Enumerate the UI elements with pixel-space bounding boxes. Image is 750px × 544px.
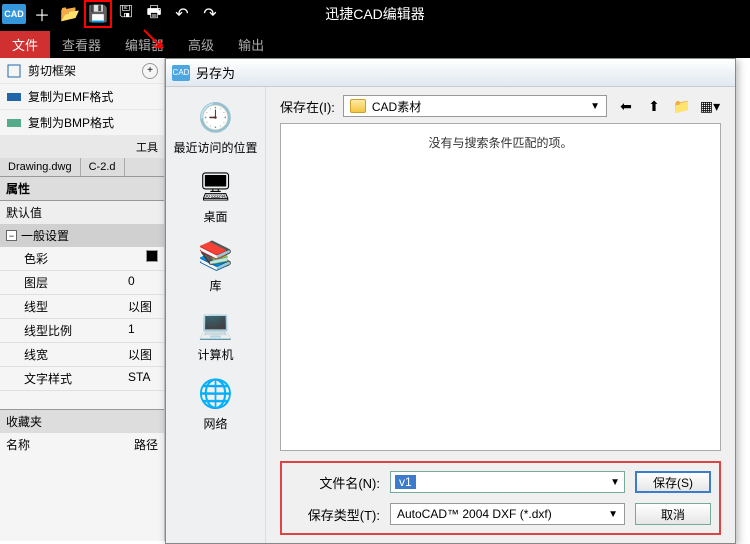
sidebar-network[interactable]: 🌐网络: [166, 369, 265, 438]
tool-emf[interactable]: 复制为EMF格式: [0, 84, 164, 110]
props-header: 属性: [0, 176, 164, 200]
recent-icon: 🕘: [196, 99, 236, 135]
doc-tab-2[interactable]: C-2.d: [81, 158, 125, 176]
bmp-icon: [6, 115, 22, 131]
tool-crop-label: 剪切框架: [28, 62, 76, 79]
empty-message: 没有与搜索条件匹配的项。: [428, 134, 572, 151]
sidebar-library[interactable]: 📚库: [166, 231, 265, 300]
tool-bmp[interactable]: 复制为BMP格式: [0, 110, 164, 136]
tab-output[interactable]: 输出: [226, 31, 276, 58]
sidebar-computer[interactable]: 💻计算机: [166, 300, 265, 369]
filetype-combo[interactable]: AutoCAD™ 2004 DXF (*.dxf) ▼: [390, 503, 625, 525]
library-icon: 📚: [196, 237, 236, 273]
tool-emf-label: 复制为EMF格式: [28, 88, 113, 105]
open-icon[interactable]: 📂: [56, 0, 84, 28]
app-title: 迅捷CAD编辑器: [325, 4, 425, 24]
main-area: CAD 另存为 🕘最近访问的位置 🖥桌面 📚库 💻计算机 🌐网络 保存在(I):: [165, 58, 750, 541]
sidebar-recent[interactable]: 🕘最近访问的位置: [166, 93, 265, 162]
props-defaults: 默认值: [0, 200, 164, 224]
save-button[interactable]: 保存(S): [635, 471, 711, 493]
location-label: 保存在(I):: [280, 97, 335, 116]
tab-viewer[interactable]: 查看器: [50, 31, 113, 58]
fav-header: 收藏夹: [0, 409, 164, 433]
prop-scale[interactable]: 线型比例1: [0, 319, 164, 343]
sidebar-desktop[interactable]: 🖥桌面: [166, 162, 265, 231]
doc-tab-1[interactable]: Drawing.dwg: [0, 158, 81, 176]
folder-icon: [350, 99, 366, 113]
desktop-icon: 🖥: [196, 168, 236, 204]
filename-label: 文件名(N):: [290, 473, 380, 492]
prop-color[interactable]: 色彩: [0, 247, 164, 271]
save-icon[interactable]: 💾: [84, 0, 112, 28]
dialog-sidebar: 🕘最近访问的位置 🖥桌面 📚库 💻计算机 🌐网络: [166, 87, 266, 543]
print-icon[interactable]: 🖶: [140, 0, 168, 28]
props-general-label: 一般设置: [21, 227, 69, 244]
emf-icon: [6, 89, 22, 105]
redo-icon[interactable]: ↷: [196, 0, 224, 28]
tools-header: 工具: [0, 136, 164, 158]
tab-advanced[interactable]: 高级: [176, 31, 226, 58]
plus-icon[interactable]: +: [142, 63, 158, 79]
tool-crop[interactable]: 剪切框架 +: [0, 58, 164, 84]
bottom-panel: 文件名(N): v1 ▼ 保存(S) 保存类型(T): AutoCAD™ 200…: [280, 461, 721, 535]
prop-style[interactable]: 文字样式STA: [0, 367, 164, 391]
color-swatch: [146, 250, 158, 262]
title-bar: CAD ＋ 📂 💾 🖫 🖶 ↶ ↷ 迅捷CAD编辑器: [0, 0, 750, 28]
dialog-title: 另存为: [196, 63, 235, 82]
tab-editor[interactable]: 编辑器: [113, 31, 176, 58]
network-icon: 🌐: [196, 375, 236, 411]
collapse-icon[interactable]: −: [6, 230, 17, 241]
cancel-button[interactable]: 取消: [635, 503, 711, 525]
back-icon[interactable]: ⬅: [615, 96, 637, 116]
newfolder-icon[interactable]: 📁: [671, 96, 693, 116]
new-icon[interactable]: ＋: [28, 0, 56, 28]
undo-icon[interactable]: ↶: [168, 0, 196, 28]
doc-tabs: Drawing.dwg C-2.d: [0, 158, 164, 176]
prop-layer[interactable]: 图层0: [0, 271, 164, 295]
location-value: CAD素材: [372, 98, 421, 115]
chevron-down-icon: ▼: [610, 477, 620, 488]
prop-width[interactable]: 线宽以图: [0, 343, 164, 367]
tool-bmp-label: 复制为BMP格式: [28, 114, 114, 131]
crop-icon: [6, 63, 22, 79]
fav-cols: 名称路径: [0, 433, 164, 456]
prop-linetype[interactable]: 线型以图: [0, 295, 164, 319]
dialog-icon: CAD: [172, 65, 190, 81]
menu-bar: 文件 查看器 编辑器 高级 输出: [0, 28, 750, 58]
filename-input[interactable]: v1 ▼: [390, 471, 625, 493]
view-icon[interactable]: ▦▾: [699, 96, 721, 116]
saveas-icon[interactable]: 🖫: [112, 0, 140, 28]
tab-file[interactable]: 文件: [0, 31, 50, 58]
computer-icon: 💻: [196, 306, 236, 342]
up-icon[interactable]: ⬆: [643, 96, 665, 116]
filetype-label: 保存类型(T):: [290, 505, 380, 524]
dialog-title-bar: CAD 另存为: [166, 59, 735, 87]
chevron-down-icon: ▼: [608, 509, 618, 520]
left-panel: 剪切框架 + 复制为EMF格式 复制为BMP格式 工具 Drawing.dwg …: [0, 58, 165, 541]
filename-value: v1: [395, 475, 416, 489]
saveas-dialog: CAD 另存为 🕘最近访问的位置 🖥桌面 📚库 💻计算机 🌐网络 保存在(I):: [165, 58, 736, 544]
location-combo[interactable]: CAD素材 ▼: [343, 95, 607, 117]
file-list[interactable]: 没有与搜索条件匹配的项。: [280, 123, 721, 451]
app-icon: CAD: [2, 4, 26, 24]
chevron-down-icon: ▼: [590, 101, 600, 112]
props-general[interactable]: − 一般设置: [0, 224, 164, 247]
filetype-value: AutoCAD™ 2004 DXF (*.dxf): [397, 507, 552, 521]
